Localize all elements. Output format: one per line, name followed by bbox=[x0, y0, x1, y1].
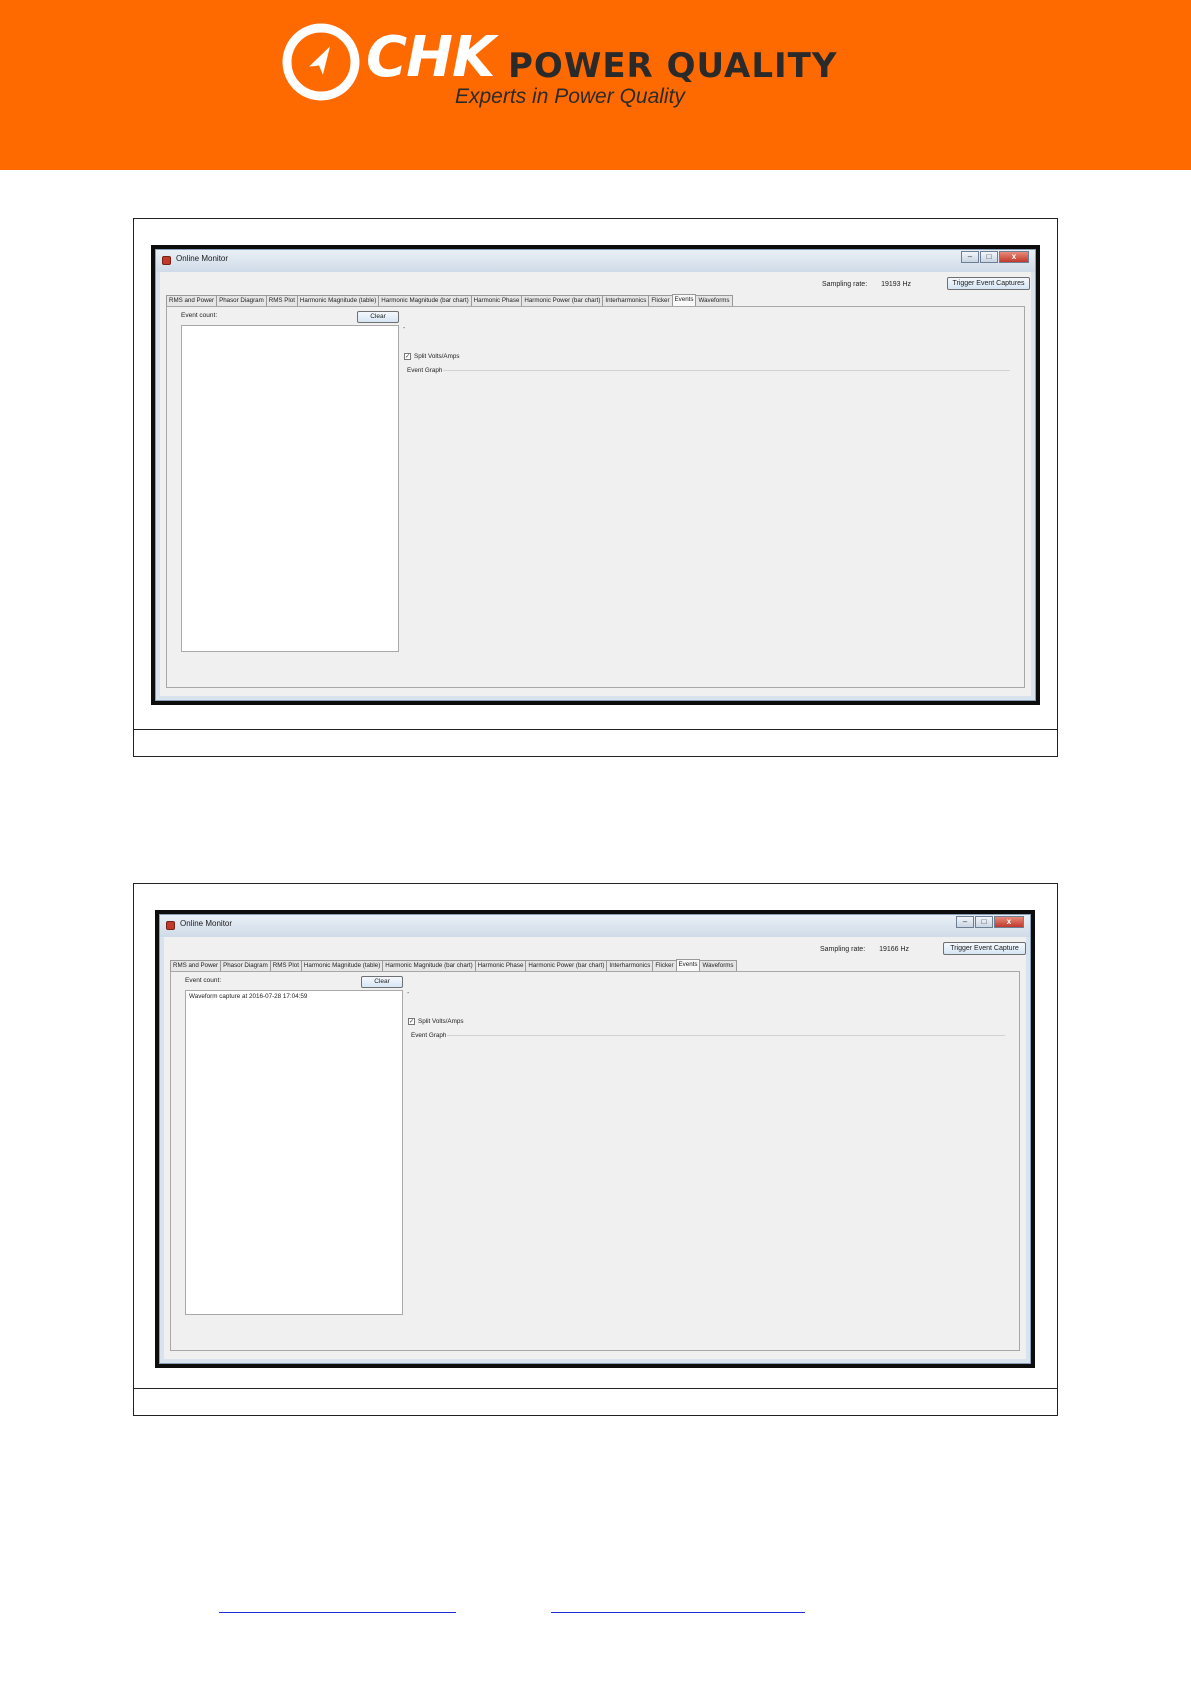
logo-subtitle: POWER QUALITY bbox=[508, 46, 838, 86]
tab-waveforms[interactable]: Waveforms bbox=[699, 960, 737, 971]
event-count-label: Event count: bbox=[185, 977, 222, 984]
event-graph-divider bbox=[447, 1035, 1005, 1036]
event-dash: - bbox=[407, 990, 410, 997]
tab-strip: RMS and Power Phasor Diagram RMS Plot Ha… bbox=[170, 959, 737, 971]
close-icon[interactable]: x bbox=[994, 916, 1024, 928]
tab-harmonic-magnitude-bar-chart[interactable]: Harmonic Magnitude (bar chart) bbox=[378, 295, 472, 306]
tab-rms-and-power[interactable]: RMS and Power bbox=[166, 295, 218, 306]
document-page: CHK POWER QUALITY Experts in Power Quali… bbox=[0, 0, 1191, 1684]
tab-flicker[interactable]: Flicker bbox=[648, 295, 673, 306]
tab-harmonic-magnitude-bar-chart[interactable]: Harmonic Magnitude (bar chart) bbox=[382, 960, 476, 971]
sampling-rate-value: 19193 Hz bbox=[881, 281, 912, 288]
minimize-icon[interactable]: – bbox=[956, 916, 974, 928]
tab-harmonic-magnitude-table[interactable]: Harmonic Magnitude (table) bbox=[296, 295, 380, 306]
event-graph-divider bbox=[443, 370, 1010, 371]
event-dash: - bbox=[403, 325, 406, 332]
events-tab-page: Event count: Clear - ✓ Split Volts/Amps … bbox=[166, 306, 1025, 688]
tab-flicker[interactable]: Flicker bbox=[652, 960, 677, 971]
screenshot-1: Online Monitor – □ x Sampling rate: 1919… bbox=[151, 245, 1040, 705]
event-list[interactable] bbox=[181, 325, 399, 652]
tab-harmonic-power-bar-chart[interactable]: Harmonic Power (bar chart) bbox=[525, 960, 608, 971]
sampling-rate: Sampling rate: 19193 Hz bbox=[822, 281, 911, 288]
tab-harmonic-power-bar-chart[interactable]: Harmonic Power (bar chart) bbox=[521, 295, 604, 306]
online-monitor-window: Online Monitor – □ x Sampling rate: 1916… bbox=[159, 914, 1031, 1364]
tab-harmonic-phase[interactable]: Harmonic Phase bbox=[474, 960, 527, 971]
figure-frame-1: Online Monitor – □ x Sampling rate: 1919… bbox=[133, 218, 1058, 757]
trigger-event-capture-button[interactable]: Trigger Event Capture bbox=[943, 942, 1026, 955]
figure-caption-row bbox=[134, 729, 1057, 756]
tab-events[interactable]: Events bbox=[671, 294, 697, 306]
tab-rms-and-power[interactable]: RMS and Power bbox=[170, 960, 222, 971]
window-title: Online Monitor bbox=[176, 254, 229, 263]
split-volts-amps-label: Split Volts/Amps bbox=[414, 353, 460, 360]
window-titlebar[interactable]: Online Monitor – □ x bbox=[156, 250, 1035, 272]
clear-button[interactable]: Clear bbox=[361, 976, 403, 988]
window-titlebar[interactable]: Online Monitor – □ x bbox=[160, 915, 1030, 937]
app-icon bbox=[162, 256, 171, 265]
screenshot-2: Online Monitor – □ x Sampling rate: 1916… bbox=[155, 910, 1035, 1368]
event-graph-label: Event Graph bbox=[407, 367, 443, 374]
sampling-rate-label: Sampling rate: bbox=[820, 946, 866, 953]
events-tab-page: Event count: Clear Waveform capture at 2… bbox=[170, 971, 1020, 1351]
header-banner: CHK POWER QUALITY Experts in Power Quali… bbox=[0, 0, 1191, 170]
online-monitor-window: Online Monitor – □ x Sampling rate: 1919… bbox=[155, 249, 1036, 701]
minimize-icon[interactable]: – bbox=[961, 251, 979, 263]
app-icon bbox=[166, 921, 175, 930]
clear-button[interactable]: Clear bbox=[357, 311, 399, 323]
logo-tagline: Experts in Power Quality bbox=[455, 85, 685, 108]
event-count-label: Event count: bbox=[181, 312, 218, 319]
sampling-rate: Sampling rate: 19166 Hz bbox=[820, 946, 909, 953]
sampling-rate-label: Sampling rate: bbox=[822, 281, 868, 288]
figure-caption-row bbox=[134, 1388, 1057, 1415]
list-item[interactable]: Waveform capture at 2016-07-28 17:04:59 bbox=[186, 991, 402, 1002]
tab-rms-plot[interactable]: RMS Plot bbox=[269, 960, 302, 971]
close-icon[interactable]: x bbox=[999, 251, 1029, 263]
split-volts-amps-checkbox[interactable]: ✓ Split Volts/Amps bbox=[408, 1018, 464, 1025]
logo-word: CHK bbox=[366, 25, 495, 90]
tab-harmonic-phase[interactable]: Harmonic Phase bbox=[470, 295, 523, 306]
window-title: Online Monitor bbox=[180, 919, 233, 928]
sampling-rate-value: 19166 Hz bbox=[879, 946, 910, 953]
split-volts-amps-label: Split Volts/Amps bbox=[418, 1018, 464, 1025]
checkbox-icon[interactable]: ✓ bbox=[404, 353, 411, 360]
window-client: Sampling rate: 19166 Hz Trigger Event Ca… bbox=[164, 937, 1026, 1359]
tab-harmonic-magnitude-table[interactable]: Harmonic Magnitude (table) bbox=[300, 960, 384, 971]
tab-events[interactable]: Events bbox=[675, 959, 701, 971]
window-client: Sampling rate: 19193 Hz Trigger Event Ca… bbox=[160, 272, 1031, 696]
tab-rms-plot[interactable]: RMS Plot bbox=[265, 295, 298, 306]
footer-link-2[interactable] bbox=[551, 1593, 805, 1613]
tab-waveforms[interactable]: Waveforms bbox=[695, 295, 733, 306]
tab-strip: RMS and Power Phasor Diagram RMS Plot Ha… bbox=[166, 294, 733, 306]
tab-interharmonics[interactable]: Interharmonics bbox=[602, 295, 650, 306]
trigger-event-capture-button[interactable]: Trigger Event Captures bbox=[947, 277, 1030, 290]
tab-phasor-diagram[interactable]: Phasor Diagram bbox=[220, 960, 271, 971]
maximize-icon[interactable]: □ bbox=[975, 916, 993, 928]
tab-phasor-diagram[interactable]: Phasor Diagram bbox=[216, 295, 267, 306]
split-volts-amps-checkbox[interactable]: ✓ Split Volts/Amps bbox=[404, 353, 460, 360]
figure-frame-2: Online Monitor – □ x Sampling rate: 1916… bbox=[133, 883, 1058, 1416]
event-list[interactable]: Waveform capture at 2016-07-28 17:04:59 bbox=[185, 990, 403, 1315]
event-graph-label: Event Graph bbox=[411, 1032, 447, 1039]
tab-interharmonics[interactable]: Interharmonics bbox=[606, 960, 654, 971]
maximize-icon[interactable]: □ bbox=[980, 251, 998, 263]
footer-link-1[interactable] bbox=[219, 1593, 456, 1613]
checkbox-icon[interactable]: ✓ bbox=[408, 1018, 415, 1025]
compass-logo-icon bbox=[282, 23, 360, 101]
